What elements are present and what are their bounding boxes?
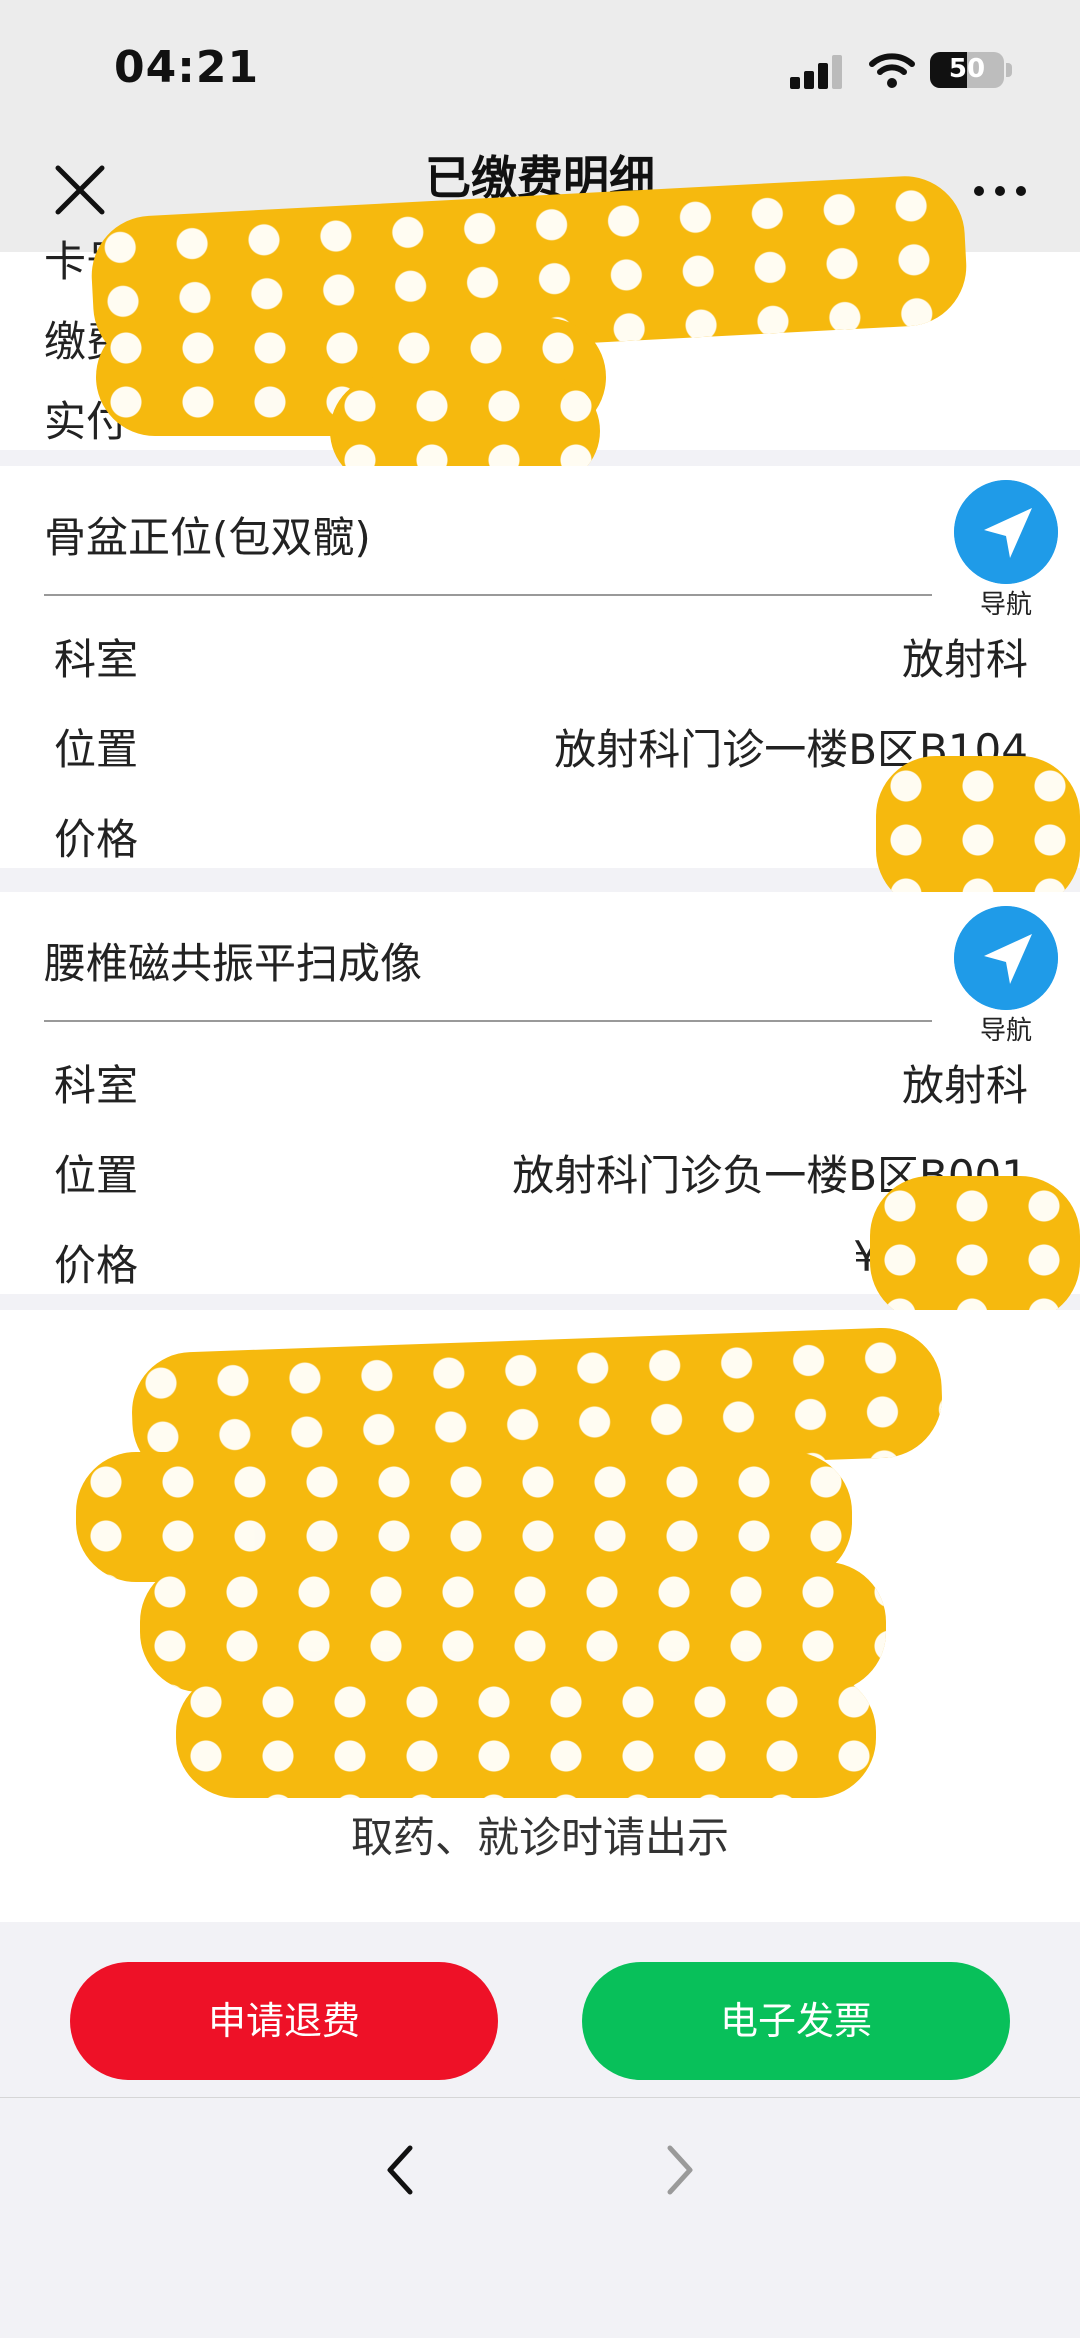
redaction-mark [176, 1672, 876, 1798]
battery-level: 50 [948, 54, 986, 84]
browser-toolbar [0, 2097, 1080, 2338]
status-time: 04:21 [114, 42, 260, 93]
more-icon[interactable] [970, 172, 1030, 212]
location-label: 位置 [54, 1151, 139, 1200]
department-label: 科室 [54, 635, 139, 684]
navigation-label[interactable]: 导航 [960, 584, 1052, 621]
department-label: 科室 [54, 1061, 139, 1110]
navigation-arrow-icon[interactable] [954, 480, 1058, 584]
navigation-arrow-icon[interactable] [954, 906, 1058, 1010]
item-title: 腰椎磁共振平扫成像 [44, 939, 423, 988]
department-value: 放射科 [901, 1061, 1028, 1110]
qr-hint-text: 取药、就诊时请出示 [350, 1813, 729, 1862]
chevron-left-icon[interactable] [378, 2140, 422, 2200]
price-label: 价格 [54, 815, 139, 864]
redaction-mark [870, 1176, 1080, 1322]
item-title: 骨盆正位(包双髋) [44, 513, 371, 562]
price-label: 价格 [54, 1241, 139, 1290]
department-value: 放射科 [901, 635, 1028, 684]
battery-icon: 50 [930, 52, 1004, 88]
battery-tip [1006, 63, 1012, 77]
refund-button[interactable]: 申请退费 [70, 1962, 498, 2080]
redaction-mark [876, 756, 1080, 910]
navigation-label[interactable]: 导航 [960, 1010, 1052, 1047]
wifi-icon [869, 53, 915, 88]
invoice-button[interactable]: 电子发票 [582, 1962, 1010, 2080]
divider [44, 1020, 932, 1022]
divider [44, 594, 932, 596]
location-label: 位置 [54, 725, 139, 774]
cellular-signal-icon [790, 55, 846, 89]
chevron-right-icon[interactable] [658, 2140, 702, 2200]
